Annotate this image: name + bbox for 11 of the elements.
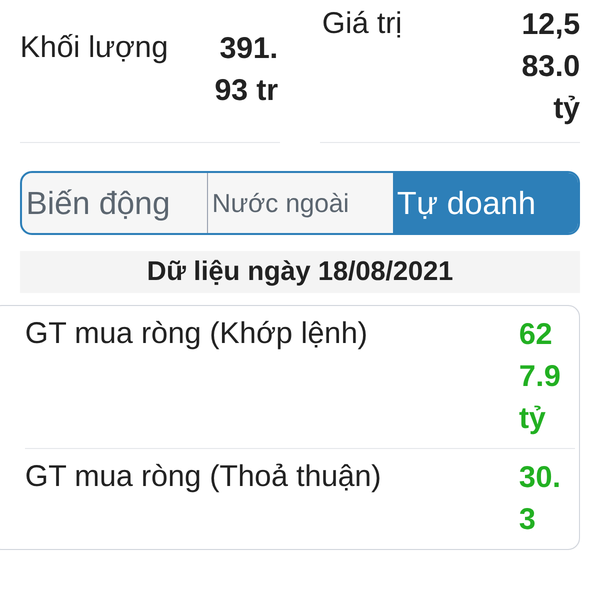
stat-label: Khối lượng bbox=[20, 30, 168, 66]
row-value: 30.3 bbox=[519, 460, 562, 538]
stat-label: Giá trị bbox=[322, 6, 402, 42]
stat-value: 391.93 tr bbox=[214, 31, 278, 109]
segment-tab[interactable]: Biến động bbox=[22, 173, 207, 233]
row-label: GT mua ròng (Khớp lệnh) bbox=[25, 316, 368, 352]
row-value: 627.9 tỷ bbox=[519, 316, 562, 437]
row-label: GT mua ròng (Thoả thuận) bbox=[25, 458, 382, 495]
stat-value: 12,583.0 tỷ bbox=[520, 7, 580, 127]
segment-tab[interactable]: Tự doanh bbox=[393, 173, 578, 233]
date-header: Dữ liệu ngày 18/08/2021 bbox=[20, 251, 580, 293]
